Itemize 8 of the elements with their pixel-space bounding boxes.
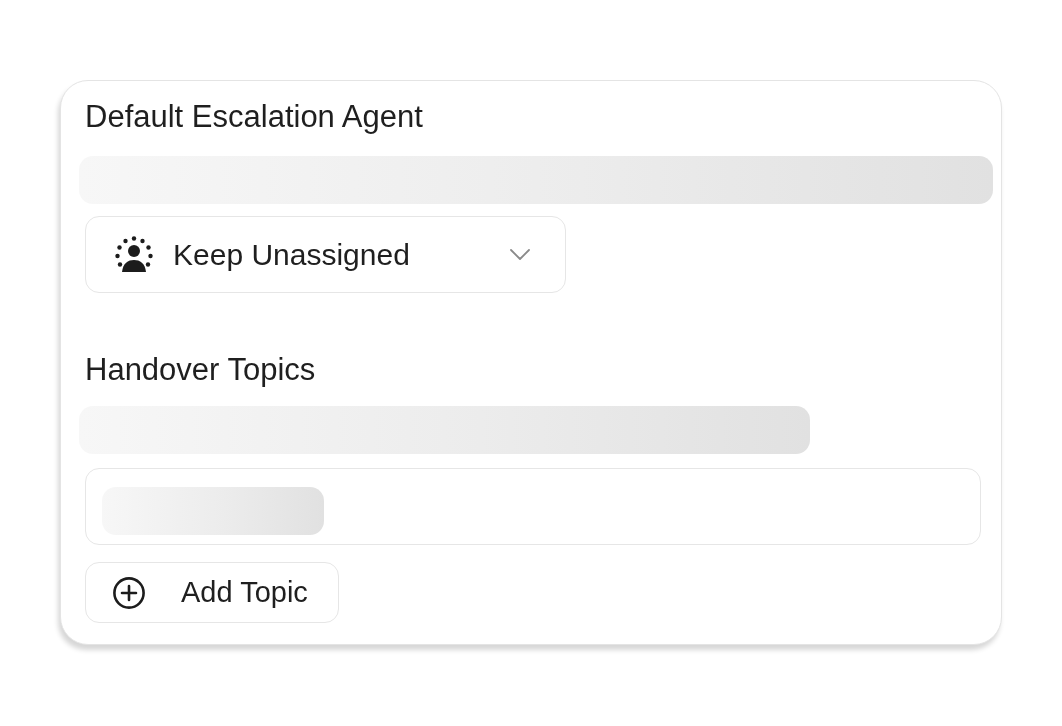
dotted-person-icon [115,235,153,274]
section-title: Handover Topics [85,351,317,389]
plus-circle-icon [113,576,145,609]
topics-field[interactable] [85,468,981,545]
chevron-down-icon [510,249,530,260]
add-topic-button[interactable]: Add Topic [85,562,339,623]
section-title: Default Escalation Agent [85,98,424,136]
agent-select[interactable]: Keep Unassigned [85,216,566,293]
